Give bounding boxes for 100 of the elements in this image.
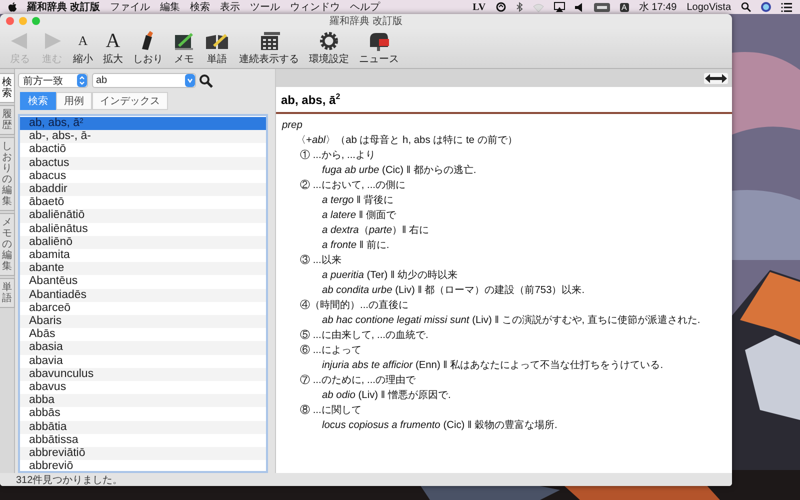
list-item[interactable]: abarceō <box>20 302 266 316</box>
list-icon[interactable] <box>781 2 792 12</box>
toolbar-button[interactable]: 連続表示する <box>236 31 302 66</box>
list-item[interactable]: abaliēnātiō <box>20 209 266 223</box>
siri-icon[interactable] <box>761 2 771 12</box>
list-item[interactable]: Abās <box>20 328 266 342</box>
list-item[interactable]: Abantiadēs <box>20 288 266 302</box>
status-logo[interactable]: LV <box>472 2 486 12</box>
side-tab[interactable]: 検索 <box>0 73 15 103</box>
list-item[interactable]: Abantēus <box>20 275 266 289</box>
list-item[interactable]: abasia <box>20 341 266 355</box>
right-arrow-icon[interactable] <box>716 74 727 82</box>
menu-item[interactable]: ヘルプ <box>350 0 380 14</box>
example-line: locus copiosus a frumento (Cic) ‖ 穀物の豊富な場所. <box>321 418 558 433</box>
mailbox-icon[interactable] <box>368 31 390 51</box>
clock-text[interactable]: 水 17:49 <box>638 0 677 14</box>
menu-item[interactable]: 編集 <box>160 0 180 14</box>
part-of-speech: prep <box>282 119 304 133</box>
keyboard-icon[interactable] <box>594 2 610 12</box>
example-line: a fronte ‖ 前に. <box>321 239 390 253</box>
list-item[interactable]: abavus <box>20 381 266 394</box>
airplay-icon[interactable] <box>554 2 565 12</box>
usage-note: 〈+abl〉（ab は母音と h, abs は特に te の前で） <box>295 134 518 148</box>
bluetooth-icon[interactable] <box>516 2 523 12</box>
list-item[interactable]: abacus <box>20 170 266 184</box>
search-icon[interactable] <box>199 74 213 88</box>
book-pencil-icon[interactable] <box>205 31 229 51</box>
list-item[interactable]: abaliēnātus <box>20 222 266 236</box>
example-line: ab condita urbe (Liv) ‖ 都（ローマ）の建設（前753）以来. <box>321 284 586 298</box>
list-item[interactable]: abbātia <box>20 420 266 434</box>
menu-item[interactable]: 表示 <box>220 0 240 14</box>
mode-text: 前方一致 <box>23 74 63 88</box>
list-item[interactable]: abaddir <box>20 183 266 196</box>
list-item[interactable]: abavia <box>20 354 266 368</box>
search-tab[interactable]: インデックス <box>92 92 168 110</box>
side-tab[interactable]: 単語 <box>0 278 15 308</box>
list-item[interactable]: abactiō <box>20 143 266 157</box>
side-tab[interactable]: 履歴 <box>0 105 15 135</box>
sense-line: ② ...において, ...の側に <box>299 178 406 193</box>
sense-line: ⑧ ...に関して <box>299 404 362 418</box>
list-item[interactable]: abbreviō <box>20 460 266 471</box>
list-item[interactable]: Abaris <box>20 315 266 328</box>
example-line: injuria abs te afficior (Enn) ‖ 私はあなたによって不当な仕打ちをうけている. <box>321 358 664 373</box>
list-item[interactable]: ab-, abs-, ā- <box>20 130 266 144</box>
list-item[interactable]: abba <box>20 394 266 408</box>
example-line: a pueritia (Ter) ‖ 幼少の時以来 <box>321 268 459 283</box>
side-tab[interactable]: メモの編集 <box>0 213 15 276</box>
input-source-indicator[interactable]: A <box>620 2 629 12</box>
example-line: a latere ‖ 側面で <box>321 209 397 223</box>
grid-icon[interactable] <box>258 31 280 51</box>
menu-item[interactable]: 検索 <box>190 0 210 14</box>
entry-headword: ab, abs, ā$^{2}$ <box>276 87 732 114</box>
sense-line: ⑥ ...によって <box>299 344 362 358</box>
left-arrow-icon[interactable] <box>705 74 716 82</box>
list-item[interactable]: abbātissa <box>20 434 266 448</box>
status-text: 312件見つかりました。 <box>16 474 123 486</box>
side-tab[interactable]: しおりの編集 <box>0 137 15 211</box>
user-name[interactable]: LogoVista <box>686 2 731 12</box>
example-line: a tergo ‖ 背後に <box>321 194 395 208</box>
list-item[interactable]: abante <box>20 262 266 276</box>
menu-item[interactable]: ウィンドウ <box>290 0 340 14</box>
notebook-pencil-icon[interactable] <box>173 31 195 51</box>
sense-line: ③ ...以来 <box>299 254 342 268</box>
letter-icon[interactable]: A <box>106 31 120 51</box>
example-line: ab odio (Liv) ‖ 憎悪が原因で. <box>321 388 452 403</box>
example-line: fuga ab urbe (Cic) ‖ 都からの逃亡. <box>321 164 478 178</box>
search-tab[interactable]: 用例 <box>56 92 92 110</box>
sense-line: ⑦ ...のために, ...の理由で <box>299 374 416 388</box>
toolbar-button[interactable]: 単語 <box>202 31 232 66</box>
menu-item[interactable]: ツール <box>250 0 280 14</box>
list-item[interactable]: abactus <box>20 156 266 170</box>
toolbar-button[interactable]: メモ <box>170 31 198 66</box>
toolbar-button[interactable]: 環境設定 <box>306 31 352 66</box>
query-field[interactable]: ab <box>92 73 196 88</box>
volume-icon[interactable] <box>574 2 584 12</box>
list-item[interactable]: ābaetō <box>20 196 266 210</box>
sense-line: ① ...から, ...より <box>299 148 376 163</box>
mode-dropdown[interactable]: 前方一致 <box>18 73 88 88</box>
sync-icon[interactable] <box>496 2 506 12</box>
example-line: ab hac contione legati missi sunt (Liv) ‖ この演説がすむや, 直ちに使節が派遣された. <box>321 314 702 328</box>
toolbar-button[interactable]: ニュース <box>356 31 402 66</box>
gear-icon[interactable] <box>319 31 339 51</box>
search-icon[interactable] <box>741 2 751 12</box>
list-item[interactable]: abavunculus <box>20 368 266 382</box>
app-menu[interactable]: 羅和辞典 改訂版 <box>27 0 100 14</box>
sense-line: ⑤ ...に由来して, ...の血統で. <box>299 328 430 343</box>
letter-icon[interactable]: A <box>78 31 88 51</box>
list-item[interactable]: abbreviātiō <box>20 447 266 460</box>
list-item[interactable]: abamita <box>20 249 266 262</box>
toolbar-button[interactable]: しおり <box>130 31 166 66</box>
example-line: a dextra（parte）‖ 右に <box>321 224 430 238</box>
stepper-icon[interactable] <box>77 74 87 87</box>
list-item[interactable]: abbās <box>20 407 266 421</box>
menu-item[interactable]: ファイル <box>110 0 150 14</box>
list-item[interactable]: ab, abs, ā$^{2}$ <box>20 117 266 130</box>
apple-icon[interactable] <box>8 2 17 12</box>
sense-line: ④（時間的）...の直後に <box>299 298 410 313</box>
window-title: 羅和辞典 改訂版 <box>330 14 402 28</box>
dropdown-icon[interactable] <box>185 74 195 87</box>
list-item[interactable]: abaliēnō <box>20 236 266 250</box>
